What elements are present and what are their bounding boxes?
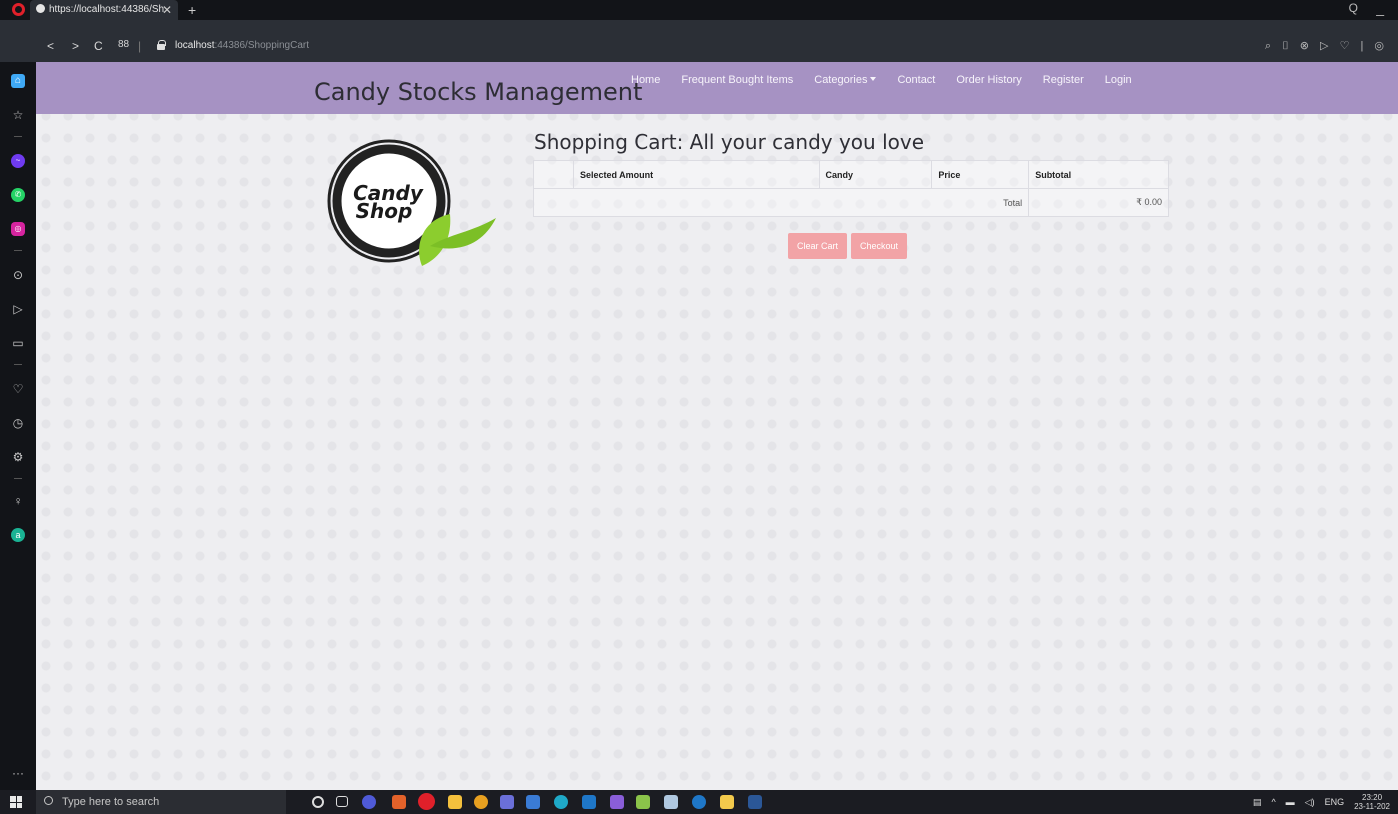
- player-icon[interactable]: ⊙: [11, 268, 25, 282]
- nav-categories-label: Categories: [814, 74, 868, 86]
- instagram-icon[interactable]: ◎: [11, 222, 25, 236]
- nav-login[interactable]: Login: [1105, 74, 1132, 86]
- taskbar-search-input[interactable]: Type here to search: [36, 790, 286, 814]
- nav-order-history[interactable]: Order History: [956, 74, 1021, 86]
- messenger-icon[interactable]: ~: [11, 154, 25, 168]
- site-brand[interactable]: Candy Stocks Management: [314, 78, 642, 106]
- total-value: ₹ 0.00: [1028, 188, 1169, 217]
- opera-taskbar-icon[interactable]: [418, 793, 435, 810]
- caret-down-icon: [870, 77, 877, 81]
- nav-register[interactable]: Register: [1043, 74, 1084, 86]
- tab-title: https://localhost:44386/Sh: [49, 4, 165, 15]
- edge-icon[interactable]: [554, 795, 568, 809]
- cortana-icon[interactable]: [312, 796, 324, 808]
- opera-logo-icon[interactable]: [12, 3, 25, 16]
- lock-icon: [157, 40, 166, 50]
- sidebar-divider: [14, 364, 22, 365]
- wallet-icon[interactable]: ▭: [11, 336, 25, 350]
- url-host: localhost: [175, 40, 215, 51]
- sidebar-divider: [14, 478, 22, 479]
- settings-icon[interactable]: ⚙: [11, 450, 25, 464]
- volume-icon[interactable]: ◁): [1305, 797, 1315, 808]
- tab-search-icon[interactable]: Q: [1349, 1, 1358, 15]
- windows-start-icon[interactable]: [10, 796, 22, 808]
- total-row: Total ₹ 0.00: [532, 188, 1169, 217]
- url-field[interactable]: localhost:44386/ShoppingCart: [175, 40, 309, 51]
- nav-frequent-bought-items[interactable]: Frequent Bought Items: [681, 74, 793, 86]
- clock-time: 23:20: [1362, 793, 1383, 802]
- new-tab-button[interactable]: +: [188, 0, 196, 20]
- browser-tab-strip: https://localhost:44386/Sh ✕ + Q _: [0, 0, 1398, 20]
- app-icon-2[interactable]: [392, 795, 406, 809]
- star-icon[interactable]: ☆: [11, 108, 25, 122]
- logo-line2: Shop: [356, 199, 413, 223]
- nav-home[interactable]: Home: [631, 74, 660, 86]
- globe-icon: [36, 4, 45, 13]
- table-header-row: Selected Amount Candy Price Subtotal: [533, 160, 1169, 189]
- tray-overflow-icon[interactable]: ^: [1271, 797, 1275, 807]
- app-icon-5[interactable]: [720, 795, 734, 809]
- forward-button[interactable]: >: [72, 39, 79, 53]
- url-path: :44386/ShoppingCart: [214, 40, 309, 51]
- back-button[interactable]: <: [47, 39, 54, 53]
- nav-contact[interactable]: Contact: [897, 74, 935, 86]
- speed-dial-icon[interactable]: 88: [118, 39, 129, 50]
- whatsapp-icon[interactable]: ✆: [11, 188, 25, 202]
- sidebar-divider: [14, 250, 22, 251]
- history-icon[interactable]: ◷: [11, 416, 25, 430]
- address-bar: < > C 88 | localhost:44386/ShoppingCart …: [0, 20, 1398, 62]
- teams-icon[interactable]: [500, 795, 514, 809]
- word-icon[interactable]: [748, 795, 762, 809]
- clock-date: 23-11-202: [1354, 802, 1390, 811]
- column-header-price: Price: [931, 160, 1030, 189]
- visual-studio-icon[interactable]: [610, 795, 624, 809]
- outlook-icon[interactable]: [582, 795, 596, 809]
- home-icon[interactable]: ⌂: [11, 74, 25, 88]
- web-page: Candy Stocks Management Home Frequent Bo…: [36, 62, 1398, 790]
- sidebar-divider: [14, 136, 22, 137]
- minimize-icon[interactable]: _: [1376, 0, 1384, 16]
- internet-explorer-icon[interactable]: [692, 795, 706, 809]
- system-tray: ▤ ^ ▬ ◁) ENG 23:20 23-11-202: [1253, 793, 1390, 811]
- notification-icon[interactable]: ▤: [1253, 797, 1262, 808]
- heart-icon[interactable]: ♡: [11, 382, 25, 396]
- windows-taskbar: Type here to search ▤ ^ ▬ ◁) ENG 23:20 2…: [0, 790, 1398, 814]
- nav-categories[interactable]: Categories: [814, 74, 877, 86]
- toolbar-icons[interactable]: ⌕ ⌷ ⊗ ▷ ♡ | ◎: [1265, 39, 1388, 53]
- flow-icon[interactable]: ▷: [11, 302, 25, 316]
- task-view-icon[interactable]: [336, 796, 348, 807]
- app-icon-3[interactable]: [526, 795, 540, 809]
- site-nav-links: Home Frequent Bought Items Categories Co…: [631, 74, 1153, 86]
- page-title: Shopping Cart: All your candy you love: [534, 130, 924, 154]
- clear-cart-button[interactable]: Clear Cart: [788, 233, 848, 259]
- search-icon: [44, 796, 53, 805]
- column-header-blank: [533, 160, 574, 189]
- taskbar-search-placeholder: Type here to search: [62, 796, 160, 808]
- language-indicator[interactable]: ENG: [1325, 797, 1345, 807]
- browser-tab[interactable]: https://localhost:44386/Sh ✕: [30, 0, 178, 20]
- reload-button[interactable]: C: [94, 39, 103, 53]
- tab-close-icon[interactable]: ✕: [162, 0, 172, 20]
- aria-icon[interactable]: a: [11, 528, 25, 542]
- total-label: Total: [532, 188, 1030, 217]
- browser-sidebar: ⌂ ☆ ~ ✆ ◎ ⊙ ▷ ▭ ♡ ◷ ⚙ ♀ a ···: [0, 62, 36, 790]
- site-navbar: Candy Stocks Management Home Frequent Bo…: [36, 62, 1398, 114]
- lightbulb-icon[interactable]: ♀: [11, 494, 25, 508]
- column-header-subtotal: Subtotal: [1028, 160, 1169, 189]
- cart-table: Selected Amount Candy Price Subtotal Tot…: [532, 160, 1169, 217]
- column-header-candy: Candy: [818, 160, 933, 189]
- network-icon[interactable]: ▬: [1286, 797, 1295, 807]
- app-icon-1[interactable]: [362, 795, 376, 809]
- column-header-selected-amount: Selected Amount: [572, 160, 820, 189]
- paint-icon[interactable]: [664, 795, 678, 809]
- file-explorer-icon[interactable]: [448, 795, 462, 809]
- clock[interactable]: 23:20 23-11-202: [1354, 793, 1390, 811]
- checkout-button[interactable]: Checkout: [851, 233, 908, 259]
- chrome-icon[interactable]: [474, 795, 488, 809]
- cart-actions: Clear Cart Checkout: [788, 233, 908, 259]
- address-divider: |: [138, 39, 142, 53]
- more-icon[interactable]: ···: [11, 766, 25, 780]
- app-icon-4[interactable]: [636, 795, 650, 809]
- candy-shop-logo: Candy Shop: [327, 139, 496, 266]
